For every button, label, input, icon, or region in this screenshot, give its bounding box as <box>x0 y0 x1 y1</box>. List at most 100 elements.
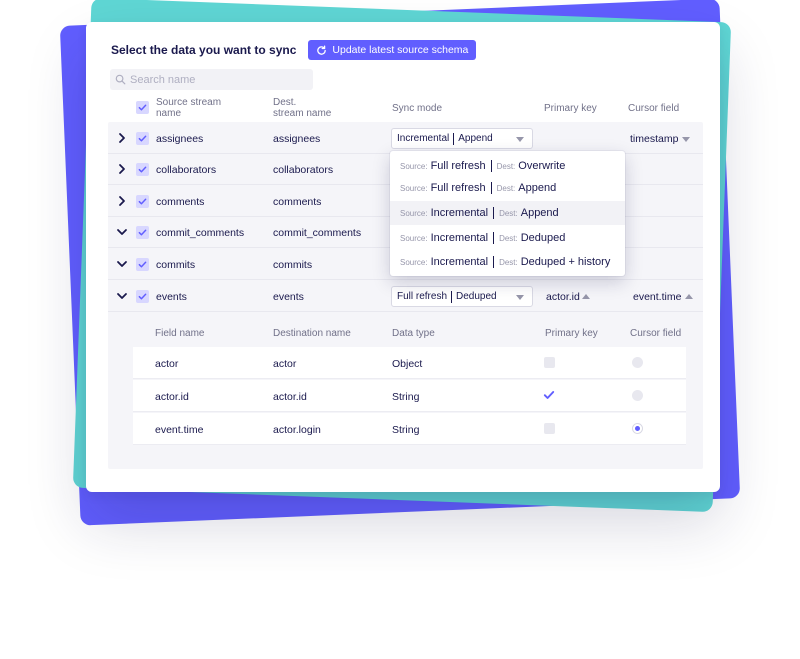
stream-dest-name: events <box>273 291 304 303</box>
check-icon <box>138 261 147 268</box>
dropdown-option-incremental-append[interactable]: Source: Incremental Dest: Append <box>390 201 625 225</box>
caret-down-icon[interactable] <box>682 137 690 142</box>
caret-up-icon[interactable] <box>685 294 693 299</box>
cursor-field-value[interactable]: event.time <box>633 291 681 303</box>
option-dest-value: Append <box>520 207 559 219</box>
stream-dest-name: comments <box>273 196 322 208</box>
field-row: actor actor Object <box>133 347 686 379</box>
col-header-source-line1: Source stream <box>156 97 222 108</box>
option-source-label: Source: <box>400 208 428 218</box>
refresh-icon <box>317 44 327 55</box>
option-dest-label: Dest: <box>496 183 516 193</box>
check-icon <box>138 198 147 205</box>
chevron-right-icon[interactable] <box>116 132 128 144</box>
chevron-right-icon[interactable] <box>116 163 128 175</box>
option-dest-value: Deduped + history <box>520 256 611 268</box>
field-col-header-type: Data type <box>392 328 435 339</box>
search-icon <box>115 74 126 85</box>
chevron-right-icon[interactable] <box>116 195 128 207</box>
field-name: actor <box>155 358 179 370</box>
chevron-down-icon[interactable] <box>116 226 128 238</box>
dropdown-option-full-refresh-overwrite[interactable]: Source: Full refresh Dest: Overwrite <box>390 154 625 178</box>
primary-key-check-icon[interactable] <box>543 389 555 401</box>
col-header-sync-mode: Sync mode <box>392 103 443 114</box>
check-icon <box>138 135 147 142</box>
field-row: event.time actor.login String <box>133 413 686 445</box>
option-dest-value: Append <box>518 182 557 194</box>
cursor-radio-selected[interactable] <box>632 423 643 434</box>
dropdown-option-full-refresh-append[interactable]: Source: Full refresh Dest: Append <box>390 176 625 200</box>
stream-checkbox[interactable] <box>136 132 149 145</box>
sync-mode-dropdown: Source: Full refresh Dest: Overwrite Sou… <box>390 151 625 276</box>
separator <box>493 256 495 268</box>
primary-key-value[interactable]: actor.id <box>546 291 580 303</box>
chevron-down-icon[interactable] <box>116 290 128 302</box>
field-col-header-dest: Destination name <box>273 328 351 339</box>
stream-row: events events Full refresh Deduped actor.… <box>108 281 703 312</box>
col-header-dest: Dest. stream name <box>273 97 331 119</box>
option-source-label: Source: <box>400 233 428 243</box>
option-dest-label: Dest: <box>499 233 518 243</box>
sync-mode-dest: Deduped <box>456 291 497 302</box>
separator <box>490 160 492 172</box>
caret-down-icon <box>516 137 524 142</box>
option-source-value: Incremental <box>430 207 489 219</box>
panel-header: Select the data you want to sync Update … <box>111 40 477 60</box>
option-dest-label: Dest: <box>496 161 516 171</box>
update-schema-label: Update latest source schema <box>332 44 469 56</box>
caret-up-icon[interactable] <box>582 294 590 299</box>
check-icon <box>138 293 147 300</box>
select-all-checkbox[interactable] <box>136 101 149 114</box>
field-data-type: String <box>392 424 420 436</box>
stream-source-name: assignees <box>156 133 204 145</box>
option-dest-value: Deduped <box>520 232 566 244</box>
field-col-header-cursor: Cursor field <box>630 328 682 339</box>
search-box <box>110 69 313 90</box>
option-source-value: Incremental <box>430 232 489 244</box>
col-header-source-line2: name <box>156 108 182 119</box>
stream-dest-name: commit_comments <box>273 227 362 239</box>
sync-config-panel: Select the data you want to sync Update … <box>86 22 720 492</box>
sync-mode-select[interactable]: Incremental Append <box>391 128 533 149</box>
cursor-field-value[interactable]: timestamp <box>630 133 678 145</box>
check-icon <box>138 229 147 236</box>
option-source-value: Full refresh <box>430 182 486 194</box>
option-source-value: Full refresh <box>430 160 486 172</box>
primary-key-checkbox[interactable] <box>544 357 555 368</box>
field-name: actor.id <box>155 391 189 403</box>
field-dest-name: actor.id <box>273 391 307 403</box>
separator <box>493 232 495 244</box>
dropdown-option-incremental-deduped-history[interactable]: Source: Incremental Dest: Deduped + hist… <box>390 250 625 274</box>
stream-dest-name: collaborators <box>273 164 334 176</box>
caret-down-icon <box>516 295 524 300</box>
option-source-label: Source: <box>400 183 428 193</box>
stream-source-name: comments <box>156 196 205 208</box>
option-source-label: Source: <box>400 161 428 171</box>
stream-checkbox[interactable] <box>136 163 149 176</box>
stream-checkbox[interactable] <box>136 258 149 271</box>
chevron-down-icon[interactable] <box>116 258 128 270</box>
separator <box>493 207 495 219</box>
sync-mode-dest: Append <box>458 133 493 144</box>
stream-checkbox[interactable] <box>136 195 149 208</box>
col-header-dest-line2: stream name <box>273 108 332 119</box>
option-dest-label: Dest: <box>499 257 518 267</box>
stream-source-name: commits <box>156 259 196 271</box>
stream-source-name: commit_comments <box>156 227 245 239</box>
stream-checkbox[interactable] <box>136 226 149 239</box>
update-schema-button[interactable]: Update latest source schema <box>308 40 477 60</box>
sync-mode-source: Full refresh <box>397 291 448 302</box>
field-data-type: Object <box>392 358 423 370</box>
primary-key-checkbox[interactable] <box>544 423 555 434</box>
fields-table: actor actor Object actor.id actor.id Str… <box>133 347 686 447</box>
stream-checkbox[interactable] <box>136 290 149 303</box>
search-input[interactable] <box>130 73 300 86</box>
sync-mode-select[interactable]: Full refresh Deduped <box>391 286 533 307</box>
stream-dest-name: assignees <box>273 133 321 145</box>
option-dest-label: Dest: <box>499 208 518 218</box>
col-header-source: Source stream name <box>156 97 221 119</box>
cursor-radio[interactable] <box>632 390 643 401</box>
sync-mode-source: Incremental <box>397 133 450 144</box>
dropdown-option-incremental-deduped[interactable]: Source: Incremental Dest: Deduped <box>390 226 625 250</box>
cursor-radio[interactable] <box>632 357 643 368</box>
